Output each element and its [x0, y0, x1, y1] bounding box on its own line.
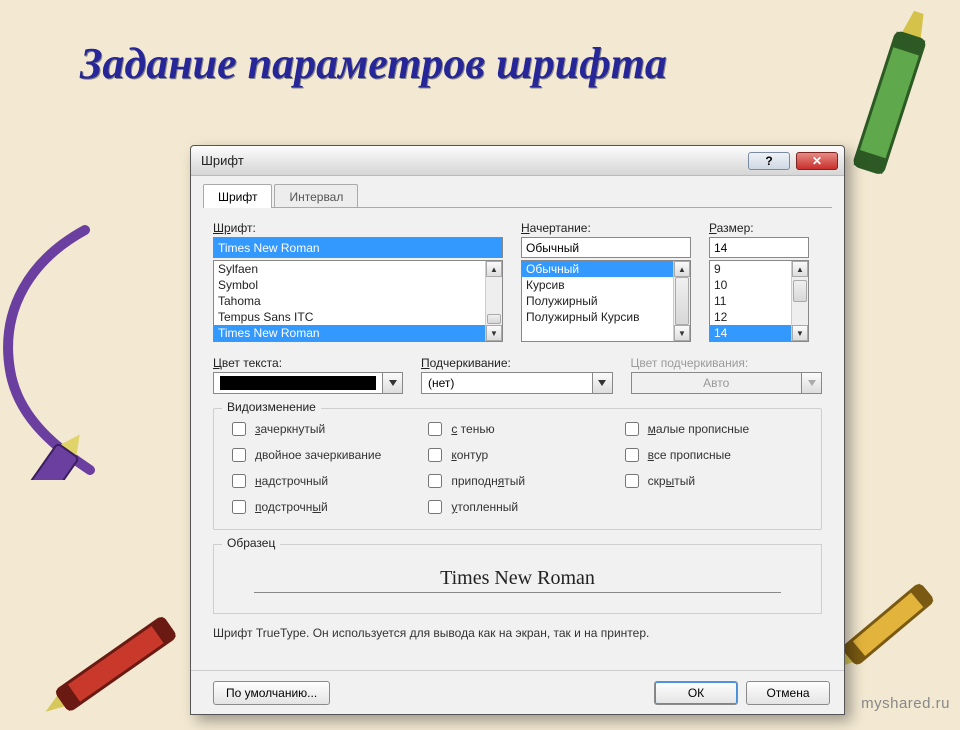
window-title: Шрифт	[201, 153, 244, 168]
list-item[interactable]: Обычный	[522, 261, 673, 277]
chk-emboss[interactable]: приподнятый	[424, 471, 610, 491]
font-input[interactable]: Times New Roman	[213, 237, 503, 258]
close-icon: ✕	[812, 154, 822, 168]
ok-button[interactable]: ОК	[654, 681, 738, 705]
style-label: Начертание:	[521, 221, 691, 235]
chk-strikethrough[interactable]: зачеркнутый	[228, 419, 414, 439]
style-listbox[interactable]: Обычный Курсив Полужирный Полужирный Кур…	[521, 260, 691, 342]
list-item[interactable]: 10	[710, 277, 791, 293]
watermark: myshared.ru	[861, 695, 950, 712]
cancel-button[interactable]: Отмена	[746, 681, 830, 705]
list-item[interactable]: Tempus Sans ITC	[214, 309, 485, 325]
dialog-body: Шрифт: Times New Roman Sylfaen Symbol Ta…	[191, 209, 844, 618]
scroll-up-icon[interactable]: ▲	[674, 261, 690, 277]
chk-hidden[interactable]: скрытый	[621, 471, 807, 491]
crayon-decoration-bottom-left	[24, 610, 204, 730]
chk-all-caps[interactable]: все прописные	[621, 445, 807, 465]
scroll-down-icon[interactable]: ▼	[486, 325, 502, 341]
size-listbox[interactable]: 9 10 11 12 14 ▲ ▼	[709, 260, 809, 342]
scroll-down-icon[interactable]: ▼	[792, 325, 808, 341]
button-bar: По умолчанию... ОК Отмена	[191, 670, 844, 714]
underline-label: Подчеркивание:	[421, 356, 613, 370]
chk-small-caps[interactable]: малые прописные	[621, 419, 807, 439]
font-label: Шрифт:	[213, 221, 503, 235]
scroll-up-icon[interactable]: ▲	[792, 261, 808, 277]
sample-legend: Образец	[222, 536, 280, 550]
close-button[interactable]: ✕	[796, 152, 838, 170]
chk-outline[interactable]: контур	[424, 445, 610, 465]
chk-shadow[interactable]: с тенью	[424, 419, 610, 439]
list-item[interactable]: Полужирный Курсив	[522, 309, 673, 325]
list-item[interactable]: Sylfaen	[214, 261, 485, 277]
crayon-decoration-left	[0, 220, 110, 480]
font-listbox[interactable]: Sylfaen Symbol Tahoma Tempus Sans ITC Ti…	[213, 260, 503, 342]
chk-engrave[interactable]: утопленный	[424, 497, 610, 517]
list-item[interactable]: 14	[710, 325, 791, 341]
slide-title: Задание параметров шрифта	[80, 38, 667, 89]
chevron-down-icon[interactable]	[592, 373, 612, 393]
scroll-down-icon[interactable]: ▼	[674, 325, 690, 341]
tab-interval[interactable]: Интервал	[274, 184, 358, 208]
sample-group: Образец Times New Roman	[213, 544, 822, 614]
underline-combo[interactable]: (нет)	[421, 372, 613, 394]
underline-color-combo: Авто	[631, 372, 823, 394]
titlebar[interactable]: Шрифт ? ✕	[191, 146, 844, 176]
default-button[interactable]: По умолчанию...	[213, 681, 330, 705]
font-dialog: Шрифт ? ✕ Шрифт Интервал Шрифт: Times Ne…	[190, 145, 845, 715]
underline-color-value: Авто	[632, 376, 802, 390]
sample-text: Times New Roman	[440, 567, 595, 592]
list-item[interactable]: Tahoma	[214, 293, 485, 309]
list-item[interactable]: Times New Roman	[214, 325, 485, 341]
list-item[interactable]: 12	[710, 309, 791, 325]
size-input[interactable]: 14	[709, 237, 809, 258]
hint-text: Шрифт TrueType. Он используется для выво…	[213, 626, 822, 640]
color-swatch	[220, 376, 376, 390]
tabs: Шрифт Интервал	[203, 184, 844, 208]
underline-color-label: Цвет подчеркивания:	[631, 356, 823, 370]
scrollbar[interactable]: ▲ ▼	[673, 261, 690, 341]
list-item[interactable]: Symbol	[214, 277, 485, 293]
tab-font[interactable]: Шрифт	[203, 184, 272, 208]
style-input[interactable]: Обычный	[521, 237, 691, 258]
effects-group: Видоизменение зачеркнутый двойное зачерк…	[213, 408, 822, 530]
scrollbar[interactable]: ▲ ▼	[791, 261, 808, 341]
list-item[interactable]: 11	[710, 293, 791, 309]
text-color-label: Цвет текста:	[213, 356, 403, 370]
chk-double-strike[interactable]: двойное зачеркивание	[228, 445, 414, 465]
help-icon: ?	[765, 154, 772, 168]
list-item[interactable]: Курсив	[522, 277, 673, 293]
chevron-down-icon	[801, 373, 821, 393]
crayon-decoration-top-right	[836, 8, 946, 188]
chk-superscript[interactable]: надстрочный	[228, 471, 414, 491]
help-button[interactable]: ?	[748, 152, 790, 170]
list-item[interactable]: 9	[710, 261, 791, 277]
text-color-combo[interactable]	[213, 372, 403, 394]
chevron-down-icon[interactable]	[382, 373, 402, 393]
chk-subscript[interactable]: подстрочный	[228, 497, 414, 517]
size-label: Размер:	[709, 221, 809, 235]
effects-legend: Видоизменение	[222, 400, 321, 414]
scroll-up-icon[interactable]: ▲	[486, 261, 502, 277]
list-item[interactable]: Полужирный	[522, 293, 673, 309]
underline-value: (нет)	[422, 376, 592, 390]
scrollbar[interactable]: ▲ ▼	[485, 261, 502, 341]
